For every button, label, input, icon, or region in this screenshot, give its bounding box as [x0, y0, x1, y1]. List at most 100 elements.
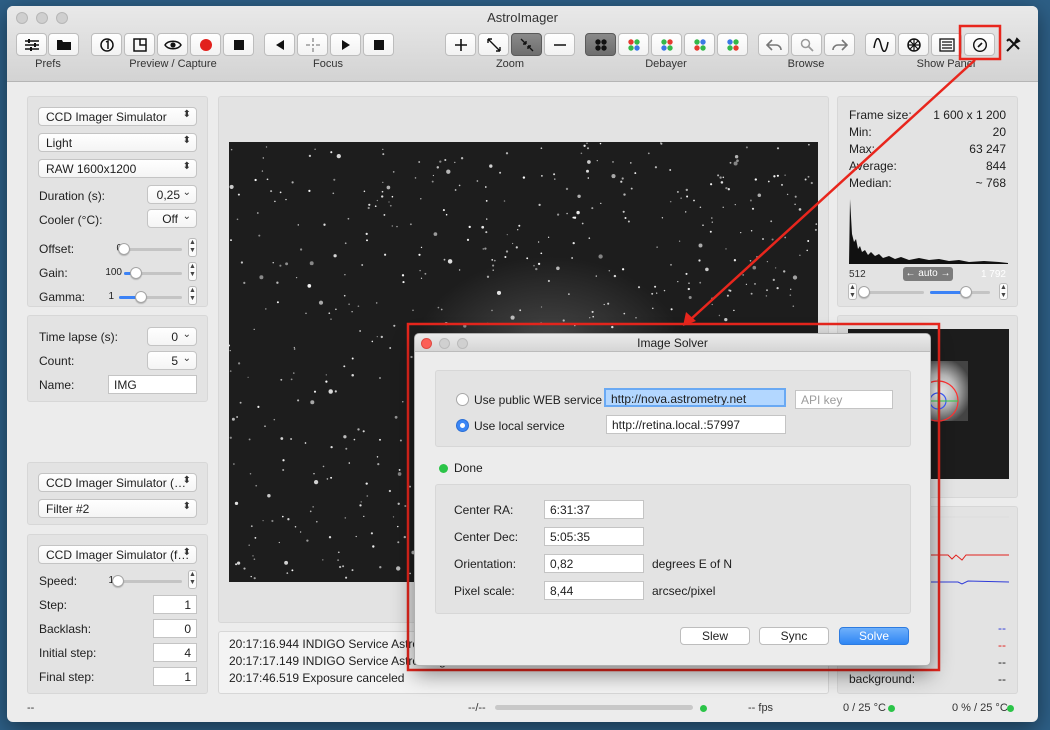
triangle-right-icon	[341, 39, 350, 50]
focus-in-button[interactable]	[264, 33, 295, 56]
zoom-actual-button[interactable]	[511, 33, 542, 56]
frame-type-select[interactable]: Light ⬍	[38, 133, 197, 152]
browse-forward-button[interactable]	[824, 33, 855, 56]
median-label: Median:	[849, 176, 892, 190]
frame-preview-button[interactable]	[124, 33, 155, 56]
capture-progress-bar	[495, 705, 693, 710]
browse-back-button[interactable]	[758, 33, 789, 56]
dialog-close-button[interactable]	[421, 338, 432, 349]
histogram-low-stepper[interactable]: ▲ ▼	[848, 283, 857, 300]
zoom-fit-button[interactable]	[478, 33, 509, 56]
gain-slider-knob[interactable]	[129, 267, 142, 279]
gamma-slider-knob[interactable]	[135, 291, 148, 303]
solve-button[interactable]: Solve	[839, 627, 909, 645]
public-service-radio[interactable]	[456, 393, 469, 406]
show-panel-log-button[interactable]	[931, 33, 962, 56]
offset-slider-knob[interactable]	[118, 243, 130, 255]
bayer-rggb-icon	[627, 38, 640, 51]
show-panel-guider-button[interactable]	[898, 33, 929, 56]
capture-stop-button[interactable]	[223, 33, 254, 56]
gain-label: Gain:	[39, 266, 68, 280]
public-url-input[interactable]: http://nova.astrometry.net	[604, 388, 786, 407]
gamma-slider[interactable]	[119, 291, 182, 303]
offset-stepper[interactable]: ▲ ▼	[188, 238, 197, 257]
frame-format-select[interactable]: RAW 1600x1200 ⬍	[38, 159, 197, 178]
time-lapse-combo[interactable]: 0 ⌄	[147, 327, 197, 346]
browse-search-button[interactable]	[791, 33, 822, 56]
slew-button[interactable]: Slew	[680, 627, 750, 645]
speed-slider-knob[interactable]	[112, 575, 124, 587]
median-value: ~ 768	[975, 176, 1006, 190]
stop-icon	[233, 39, 244, 50]
wheel-device-select[interactable]: CCD Imager Simulator (… ⬍	[38, 473, 197, 492]
show-panel-focus-button[interactable]	[865, 33, 896, 56]
sync-button[interactable]: Sync	[759, 627, 829, 645]
debayer-bggr-button[interactable]	[717, 33, 748, 56]
chevron-down-icon: ⌄	[182, 187, 191, 198]
histogram-auto-button[interactable]: ← auto →	[903, 267, 953, 281]
histogram-high-stepper[interactable]: ▲ ▼	[999, 283, 1008, 300]
camera-device-select[interactable]: CCD Imager Simulator ⬍	[38, 107, 197, 126]
preview-capture-group-label: Preview / Capture	[129, 58, 217, 70]
local-service-radio[interactable]	[456, 419, 469, 432]
focus-center-button[interactable]	[297, 33, 328, 56]
debayer-none-button[interactable]	[585, 33, 616, 56]
speed-stepper[interactable]: ▲ ▼	[188, 570, 197, 589]
histogram-high-knob[interactable]	[960, 286, 972, 298]
dialog-zoom-button[interactable]	[457, 338, 468, 349]
median-row: Median: ~ 768	[849, 176, 1006, 192]
pixel-scale-value[interactable]: 8,44	[544, 581, 644, 600]
histogram-high-slider[interactable]	[930, 286, 990, 298]
filter-select[interactable]: Filter #2 ⬍	[38, 499, 197, 518]
show-panel-solver-button[interactable]	[964, 33, 995, 56]
cooler-combo[interactable]: Off ⌄	[147, 209, 197, 228]
focus-out-button[interactable]	[330, 33, 361, 56]
orientation-label: Orientation:	[454, 557, 517, 571]
debayer-grbg-button[interactable]	[651, 33, 682, 56]
zoom-in-button[interactable]	[445, 33, 476, 56]
debayer-rggb-button[interactable]	[618, 33, 649, 56]
center-dec-value[interactable]: 5:05:35	[544, 527, 644, 546]
zoom-group-label: Zoom	[495, 58, 525, 70]
preferences-button[interactable]	[16, 33, 47, 56]
updown-chevron-icon: ⬍	[182, 547, 191, 558]
backlash-input[interactable]: 0	[153, 619, 197, 638]
orientation-value[interactable]: 0,82	[544, 554, 644, 573]
show-panel-tools-button[interactable]	[997, 33, 1028, 56]
frame-format-value: RAW 1600x1200	[46, 162, 137, 176]
histogram-high-label: 1 792	[980, 269, 1006, 280]
gamma-stepper[interactable]: ▲ ▼	[188, 286, 197, 305]
gain-stepper[interactable]: ▲ ▼	[188, 262, 197, 281]
bayer-gray-icon	[594, 38, 607, 51]
dialog-minimize-button[interactable]	[439, 338, 450, 349]
continuous-preview-button[interactable]	[157, 33, 188, 56]
frame-size-value: 1 600 x 1 200	[933, 108, 1006, 122]
gain-slider[interactable]	[124, 267, 182, 279]
bayer-grbg-icon	[660, 38, 673, 51]
center-ra-value[interactable]: 6:31:37	[544, 500, 644, 519]
open-folder-button[interactable]	[48, 33, 79, 56]
count-combo[interactable]: 5 ⌄	[147, 351, 197, 370]
histogram-low-knob[interactable]	[858, 286, 870, 298]
bayer-bggr-icon	[726, 38, 739, 51]
capture-record-button[interactable]	[190, 33, 221, 56]
api-key-input[interactable]: API key	[795, 390, 893, 409]
final-step-input[interactable]: 1	[153, 667, 197, 686]
name-input[interactable]: IMG	[108, 375, 197, 394]
speed-label: Speed:	[39, 574, 78, 588]
speed-slider[interactable]	[112, 575, 182, 587]
step-input[interactable]: 1	[153, 595, 197, 614]
debayer-gbrg-button[interactable]	[684, 33, 715, 56]
wave-icon	[872, 37, 889, 52]
histogram-low-slider[interactable]	[858, 286, 924, 298]
zoom-out-button[interactable]	[544, 33, 575, 56]
focus-stop-button[interactable]	[363, 33, 394, 56]
single-preview-button[interactable]	[91, 33, 122, 56]
updown-chevron-icon: ⬍	[182, 135, 191, 146]
local-url-input[interactable]: http://retina.local.:57997	[606, 415, 786, 434]
offset-slider[interactable]	[118, 243, 182, 255]
initial-step-input[interactable]: 4	[153, 643, 197, 662]
duration-label: Duration (s):	[39, 189, 106, 203]
duration-combo[interactable]: 0,25 ⌄	[147, 185, 197, 204]
focuser-device-select[interactable]: CCD Imager Simulator (f… ⬍	[38, 545, 197, 564]
